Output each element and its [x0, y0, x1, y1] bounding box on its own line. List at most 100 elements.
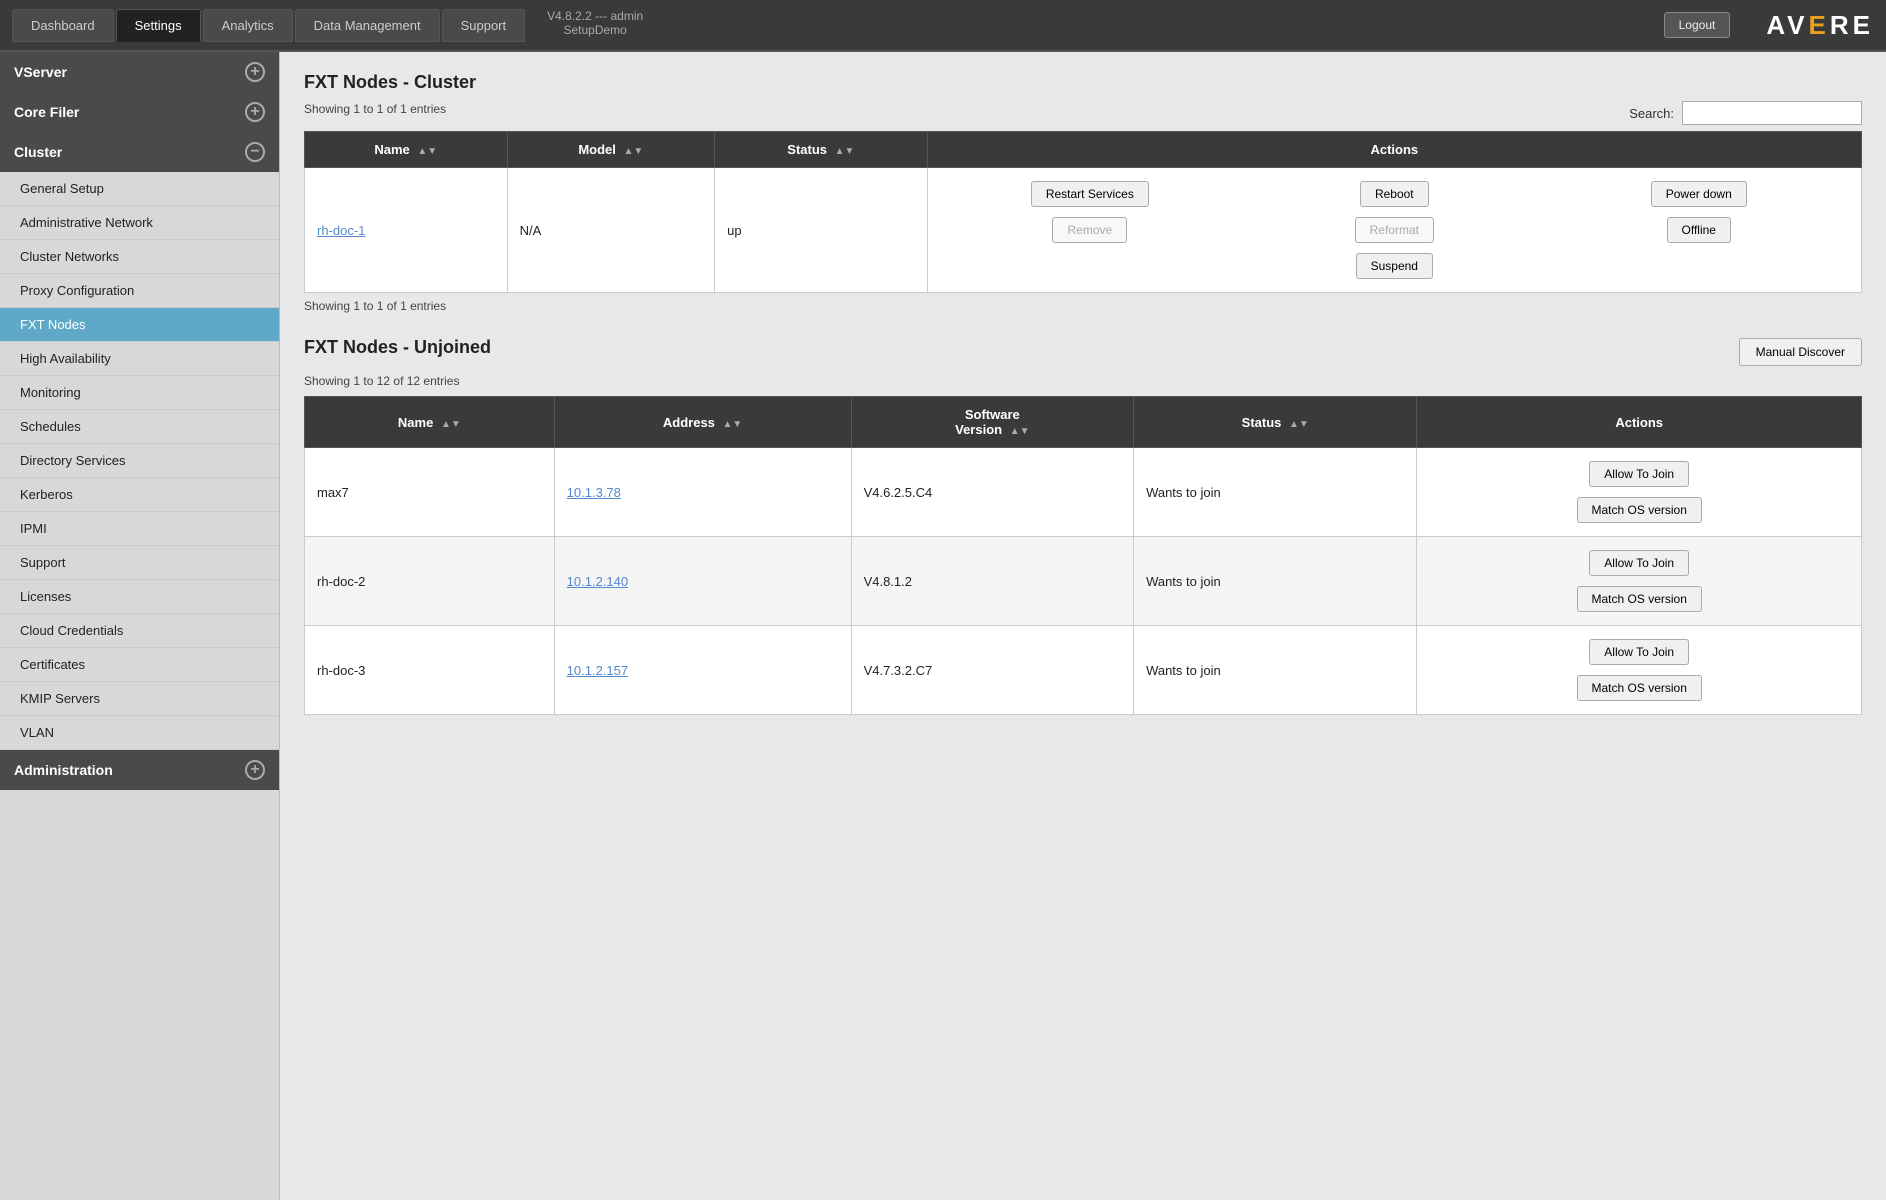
unjoined-actions-1: Allow To Join Match OS version — [1417, 537, 1862, 626]
cluster-node-name: rh-doc-1 — [305, 168, 508, 293]
sidebar-item-schedules[interactable]: Schedules — [0, 410, 279, 444]
power-down-button[interactable]: Power down — [1651, 181, 1747, 207]
tab-data-management[interactable]: Data Management — [295, 9, 440, 42]
sidebar-item-certificates[interactable]: Certificates — [0, 648, 279, 682]
core-filer-expand-icon: + — [245, 102, 265, 122]
unjoined-address-2: 10.1.2.157 — [554, 626, 851, 715]
offline-button[interactable]: Offline — [1667, 217, 1731, 243]
model-sort-icon: ▲▼ — [624, 146, 644, 157]
sidebar-item-directory-services[interactable]: Directory Services — [0, 444, 279, 478]
sidebar-section-cluster[interactable]: Cluster − — [0, 132, 279, 172]
sidebar-item-ipmi[interactable]: IPMI — [0, 512, 279, 546]
unjoined-status-0: Wants to join — [1134, 448, 1417, 537]
tab-support[interactable]: Support — [442, 9, 526, 42]
unjoined-name-2: rh-doc-3 — [305, 626, 555, 715]
match-os-button-2[interactable]: Match OS version — [1577, 675, 1702, 701]
cluster-showing-top: Showing 1 to 1 of 1 entries — [304, 102, 446, 116]
topbar-right: Logout AVERE — [1664, 10, 1874, 41]
logout-button[interactable]: Logout — [1664, 12, 1731, 38]
cluster-table: Name ▲▼ Model ▲▼ Status ▲▼ Actions rh-do… — [304, 131, 1862, 293]
unjoined-address-link-0[interactable]: 10.1.3.78 — [567, 485, 621, 500]
status-sort-icon: ▲▼ — [835, 146, 855, 157]
unjoined-version-2: V4.7.3.2.C7 — [851, 626, 1134, 715]
sidebar-item-monitoring[interactable]: Monitoring — [0, 376, 279, 410]
cluster-node-model: N/A — [507, 168, 715, 293]
allow-to-join-button-2[interactable]: Allow To Join — [1589, 639, 1689, 665]
unjoined-name-1: rh-doc-2 — [305, 537, 555, 626]
unjoined-name-0: max7 — [305, 448, 555, 537]
unjoined-actions-container-1: Allow To Join Match OS version — [1429, 547, 1849, 615]
reformat-button[interactable]: Reformat — [1355, 217, 1434, 243]
table-row: max7 10.1.3.78 V4.6.2.5.C4 Wants to join… — [305, 448, 1862, 537]
sidebar-item-proxy-configuration[interactable]: Proxy Configuration — [0, 274, 279, 308]
cluster-section-title: FXT Nodes - Cluster — [304, 72, 1862, 93]
unjoined-version-0: V4.6.2.5.C4 — [851, 448, 1134, 537]
sidebar-item-general-setup[interactable]: General Setup — [0, 172, 279, 206]
sidebar-item-kerberos[interactable]: Kerberos — [0, 478, 279, 512]
unjoined-actions-0: Allow To Join Match OS version — [1417, 448, 1862, 537]
sidebar-item-cluster-networks[interactable]: Cluster Networks — [0, 240, 279, 274]
unjoined-section-title: FXT Nodes - Unjoined — [304, 337, 491, 358]
allow-to-join-button-0[interactable]: Allow To Join — [1589, 461, 1689, 487]
cluster-search-input[interactable] — [1682, 101, 1862, 125]
sidebar-item-vlan[interactable]: VLAN — [0, 716, 279, 750]
sidebar-item-support[interactable]: Support — [0, 546, 279, 580]
manual-discover-button[interactable]: Manual Discover — [1739, 338, 1862, 366]
main-layout: VServer + Core Filer + Cluster − General… — [0, 52, 1886, 1200]
cluster-col-actions: Actions — [927, 132, 1861, 168]
unjoined-col-name[interactable]: Name ▲▼ — [305, 397, 555, 448]
cluster-node-link[interactable]: rh-doc-1 — [317, 223, 365, 238]
unjoined-address-link-2[interactable]: 10.1.2.157 — [567, 663, 628, 678]
sidebar-item-kmip-servers[interactable]: KMIP Servers — [0, 682, 279, 716]
allow-to-join-button-1[interactable]: Allow To Join — [1589, 550, 1689, 576]
sidebar-section-administration[interactable]: Administration + — [0, 750, 279, 790]
unjoined-table: Name ▲▼ Address ▲▼ SoftwareVersion ▲▼ St… — [304, 396, 1862, 715]
sidebar: VServer + Core Filer + Cluster − General… — [0, 52, 280, 1200]
sidebar-item-cloud-credentials[interactable]: Cloud Credentials — [0, 614, 279, 648]
unjoined-version-sort-icon: ▲▼ — [1010, 426, 1030, 437]
reboot-button[interactable]: Reboot — [1360, 181, 1429, 207]
topbar: Dashboard Settings Analytics Data Manage… — [0, 0, 1886, 52]
sidebar-section-core-filer[interactable]: Core Filer + — [0, 92, 279, 132]
unjoined-col-software-version[interactable]: SoftwareVersion ▲▼ — [851, 397, 1134, 448]
unjoined-status-sort-icon: ▲▼ — [1289, 419, 1309, 430]
unjoined-status-2: Wants to join — [1134, 626, 1417, 715]
vserver-expand-icon: + — [245, 62, 265, 82]
unjoined-col-actions: Actions — [1417, 397, 1862, 448]
sidebar-item-administrative-network[interactable]: Administrative Network — [0, 206, 279, 240]
table-row: rh-doc-3 10.1.2.157 V4.7.3.2.C7 Wants to… — [305, 626, 1862, 715]
remove-button[interactable]: Remove — [1052, 217, 1127, 243]
version-info: V4.8.2.2 --- admin SetupDemo — [547, 9, 643, 42]
cluster-actions-grid: Restart Services Reboot Power down Remov… — [940, 178, 1849, 246]
restart-services-button[interactable]: Restart Services — [1031, 181, 1149, 207]
tab-analytics[interactable]: Analytics — [203, 9, 293, 42]
tab-dashboard[interactable]: Dashboard — [12, 9, 114, 42]
unjoined-col-address[interactable]: Address ▲▼ — [554, 397, 851, 448]
unjoined-version-1: V4.8.1.2 — [851, 537, 1134, 626]
suspend-button[interactable]: Suspend — [1356, 253, 1433, 279]
cluster-collapse-icon: − — [245, 142, 265, 162]
cluster-search-label: Search: — [1629, 106, 1674, 121]
unjoined-header: FXT Nodes - Unjoined Manual Discover — [304, 337, 1862, 366]
unjoined-address-link-1[interactable]: 10.1.2.140 — [567, 574, 628, 589]
cluster-col-name[interactable]: Name ▲▼ — [305, 132, 508, 168]
tab-settings[interactable]: Settings — [116, 9, 201, 42]
cluster-search-row: Showing 1 to 1 of 1 entries Search: — [304, 101, 1862, 125]
cluster-col-model[interactable]: Model ▲▼ — [507, 132, 715, 168]
unjoined-col-status[interactable]: Status ▲▼ — [1134, 397, 1417, 448]
unjoined-address-1: 10.1.2.140 — [554, 537, 851, 626]
cluster-col-status[interactable]: Status ▲▼ — [715, 132, 928, 168]
sidebar-item-high-availability[interactable]: High Availability — [0, 342, 279, 376]
match-os-button-1[interactable]: Match OS version — [1577, 586, 1702, 612]
suspend-row: Suspend — [940, 250, 1849, 282]
match-os-button-0[interactable]: Match OS version — [1577, 497, 1702, 523]
table-row: rh-doc-2 10.1.2.140 V4.8.1.2 Wants to jo… — [305, 537, 1862, 626]
content: FXT Nodes - Cluster Showing 1 to 1 of 1 … — [280, 52, 1886, 1200]
unjoined-status-1: Wants to join — [1134, 537, 1417, 626]
unjoined-name-sort-icon: ▲▼ — [441, 419, 461, 430]
sidebar-item-fxt-nodes[interactable]: FXT Nodes — [0, 308, 279, 342]
sidebar-section-vserver[interactable]: VServer + — [0, 52, 279, 92]
cluster-showing-bottom: Showing 1 to 1 of 1 entries — [304, 299, 1862, 313]
table-row: rh-doc-1 N/A up Restart Services Reboot … — [305, 168, 1862, 293]
sidebar-item-licenses[interactable]: Licenses — [0, 580, 279, 614]
